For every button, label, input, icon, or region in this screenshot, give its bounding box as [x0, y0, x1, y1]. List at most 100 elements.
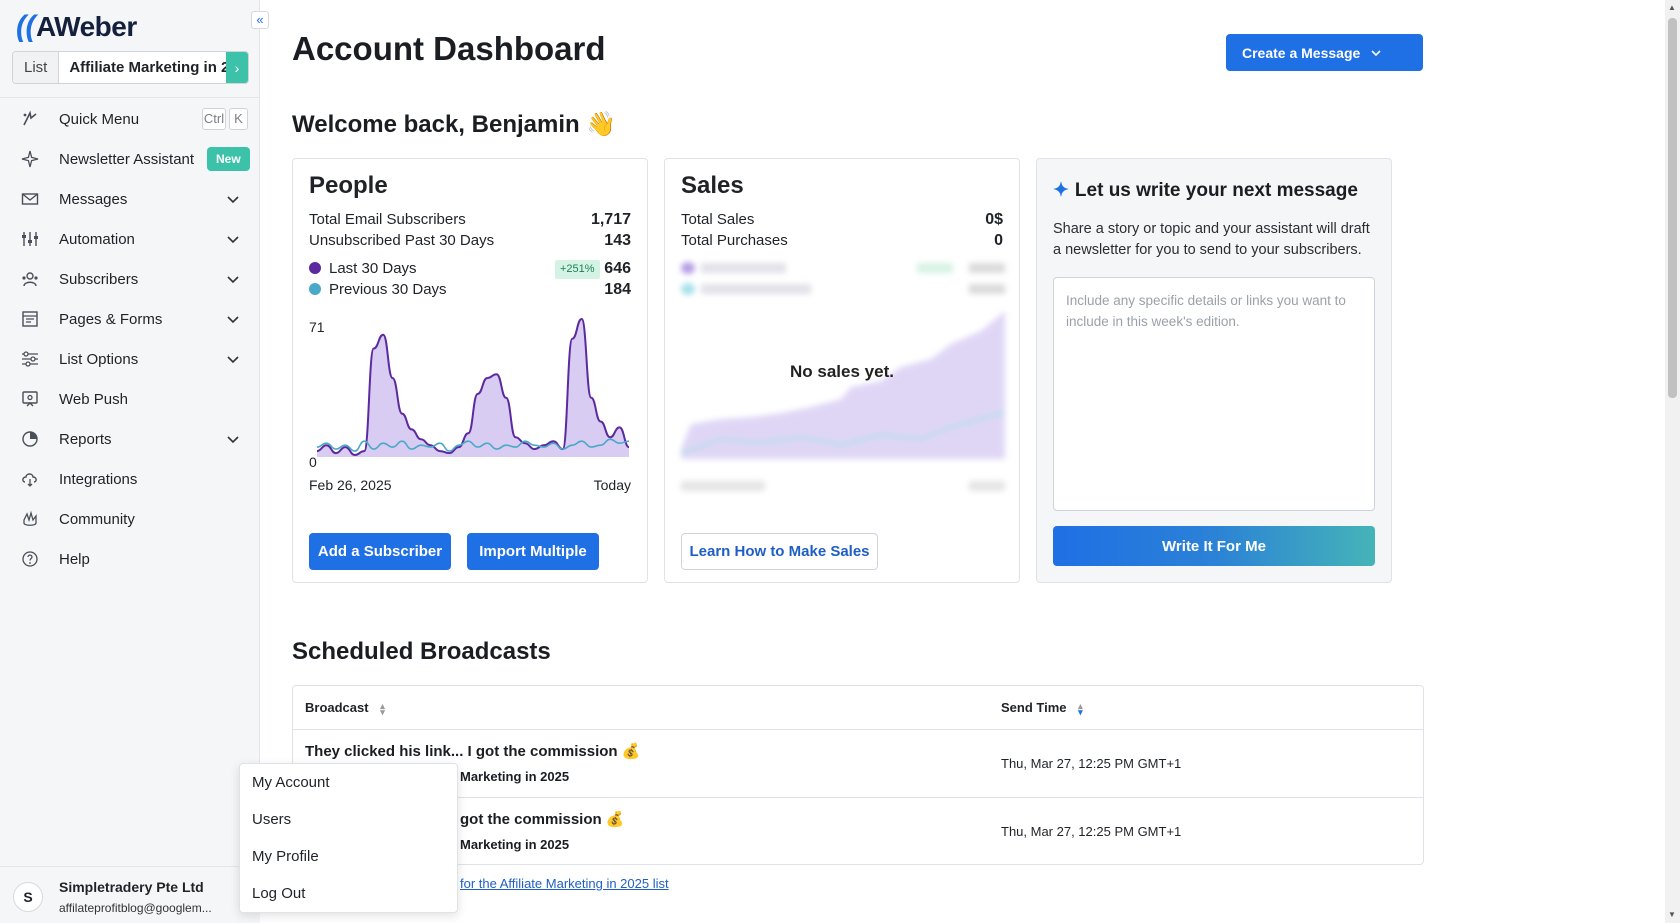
- unsubscribed-row: Unsubscribed Past 30 Days 143: [309, 232, 631, 250]
- broadcast-subject[interactable]: They clicked his link... I got the commi…: [305, 742, 640, 760]
- integrations-icon: [20, 469, 40, 489]
- series-area-last-30: [317, 319, 629, 457]
- logo-text: AWeber: [35, 11, 137, 42]
- scroll-up-arrow-icon[interactable]: ▲: [1668, 3, 1676, 12]
- aweber-logo[interactable]: ((AWeber: [16, 10, 137, 44]
- sidebar-item-quick-menu[interactable]: Quick Menu Ctrl K: [0, 99, 260, 139]
- legend-dot-last-30: [309, 262, 321, 274]
- envelope-icon: [20, 189, 40, 209]
- sidebar-item-pages-forms[interactable]: Pages & Forms: [0, 299, 260, 339]
- sort-icon[interactable]: ▴ ▾: [380, 701, 385, 716]
- sidebar-item-community[interactable]: Community: [0, 499, 260, 539]
- divider: [0, 97, 260, 98]
- scrollbar-thumb[interactable]: [1668, 18, 1677, 398]
- sidebar-item-messages[interactable]: Messages: [0, 179, 260, 219]
- sidebar-item-list-options[interactable]: List Options: [0, 339, 260, 379]
- assistant-title-text: Let us write your next message: [1074, 180, 1358, 201]
- sidebar-item-web-push[interactable]: Web Push: [0, 379, 260, 419]
- sidebar-item-help[interactable]: Help: [0, 539, 260, 579]
- sparkle-icon: ✦: [1053, 180, 1069, 201]
- sidebar-item-subscribers[interactable]: Subscribers: [0, 259, 260, 299]
- chevron-down-icon[interactable]: [224, 350, 242, 368]
- table-row[interactable]: They clicked his link... I got the commi…: [293, 729, 1423, 797]
- sidebar-item-label: Reports: [59, 430, 112, 448]
- legend-dot-prev-30: [309, 283, 321, 295]
- total-subscribers-label: Total Email Subscribers: [309, 211, 466, 228]
- scheduled-broadcasts-title: Scheduled Broadcasts: [292, 638, 551, 665]
- sidebar-item-label: Pages & Forms: [59, 310, 163, 328]
- page-title: Account Dashboard: [292, 30, 606, 67]
- column-header-send-time[interactable]: Send Time ▴ ▾: [1001, 700, 1083, 716]
- add-subscriber-button[interactable]: Add a Subscriber: [309, 533, 451, 570]
- chevron-right-icon[interactable]: ›: [226, 52, 248, 83]
- sidebar-item-label: Integrations: [59, 470, 138, 488]
- menu-item-my-account[interactable]: My Account: [240, 764, 457, 801]
- total-purchases-row: Total Purchases 0: [681, 232, 1003, 250]
- scheduled-broadcasts-table: Broadcast ▴ ▾ Send Time ▴ ▾ They clicked h…: [292, 685, 1424, 865]
- sidebar-item-label: Messages: [59, 190, 128, 208]
- sales-title: Sales: [681, 172, 744, 199]
- total-sales-label: Total Sales: [681, 211, 755, 228]
- create-message-label: Create a Message: [1242, 44, 1361, 61]
- total-subscribers-row: Total Email Subscribers 1,717: [309, 211, 631, 229]
- broadcast-list: Marketing in 2025: [460, 769, 570, 784]
- sort-desc-icon[interactable]: ▴ ▾: [1078, 701, 1083, 716]
- write-it-for-me-button[interactable]: Write It For Me: [1053, 526, 1375, 566]
- sidebar: ((AWeber « List Affiliate Marketing in 2…: [0, 0, 269, 923]
- assistant-description: Share a story or topic and your assistan…: [1053, 221, 1370, 258]
- main-content: Account Dashboard Create a Message Welco…: [260, 0, 1665, 923]
- y-min-label: 0: [309, 454, 317, 470]
- account-switcher[interactable]: S Simpletradery Pte Ltd affilateprofitbl…: [0, 866, 260, 923]
- sparkle-icon: [20, 149, 40, 169]
- assistant-prompt-input[interactable]: Include any specific details or links yo…: [1053, 277, 1375, 511]
- automation-icon: [20, 229, 40, 249]
- chevron-down-icon[interactable]: [224, 310, 242, 328]
- chevron-down-icon[interactable]: [224, 230, 242, 248]
- unsubscribed-value: 143: [604, 232, 631, 249]
- new-badge: New: [207, 147, 250, 171]
- page-scrollbar[interactable]: ▲ ▼: [1665, 0, 1680, 923]
- menu-item-users[interactable]: Users: [240, 801, 457, 838]
- sidebar-item-label: Quick Menu: [59, 110, 140, 128]
- column-header-broadcast[interactable]: Broadcast ▴ ▾: [305, 700, 385, 716]
- people-chart: [317, 317, 629, 457]
- quick-menu-icon: [20, 109, 40, 129]
- reports-icon: [20, 429, 40, 449]
- import-multiple-button[interactable]: Import Multiple: [467, 533, 599, 570]
- welcome-heading: Welcome back, Benjamin 👋: [292, 111, 617, 138]
- create-message-button[interactable]: Create a Message: [1226, 34, 1423, 71]
- broadcast-list: Marketing in 2025: [460, 837, 570, 852]
- sidebar-nav: Quick Menu Ctrl K Newsletter Assistant N…: [0, 99, 260, 579]
- column-header-send-time-label: Send Time: [1001, 700, 1067, 715]
- chevron-down-icon[interactable]: [224, 190, 242, 208]
- people-title: People: [309, 172, 388, 199]
- chevron-down-icon[interactable]: [224, 270, 242, 288]
- table-row[interactable]: got the commission 💰 Marketing in 2025 T…: [293, 797, 1423, 865]
- sidebar-item-automation[interactable]: Automation: [0, 219, 260, 259]
- menu-item-my-profile[interactable]: My Profile: [240, 838, 457, 875]
- broadcast-subject[interactable]: got the commission 💰: [460, 810, 625, 828]
- total-sales-value: 0$: [985, 211, 1003, 228]
- last-30-value: 646: [604, 260, 631, 277]
- list-selector[interactable]: List Affiliate Marketing in 2025 ›: [12, 51, 249, 84]
- account-name: Simpletradery Pte Ltd: [59, 879, 204, 895]
- menu-item-log-out[interactable]: Log Out: [240, 875, 457, 912]
- community-icon: [20, 509, 40, 529]
- sidebar-item-label: List Options: [59, 350, 139, 368]
- chevron-down-icon[interactable]: [224, 430, 242, 448]
- assistant-title: ✦ Let us write your next message: [1053, 179, 1358, 202]
- scroll-down-arrow-icon[interactable]: ▼: [1668, 910, 1676, 919]
- kbd-k: K: [229, 108, 248, 130]
- sidebar-item-reports[interactable]: Reports: [0, 419, 260, 459]
- last-30-label: Last 30 Days: [329, 260, 417, 277]
- avatar: S: [13, 882, 43, 912]
- learn-sales-button[interactable]: Learn How to Make Sales: [681, 533, 878, 570]
- total-subscribers-value: 1,717: [590, 211, 631, 228]
- prev-30-label: Previous 30 Days: [329, 281, 447, 298]
- view-list-link[interactable]: for the Affiliate Marketing in 2025 list: [460, 876, 669, 891]
- sidebar-item-newsletter-assistant[interactable]: Newsletter Assistant New: [0, 139, 260, 179]
- subscribers-icon: [20, 269, 40, 289]
- sidebar-item-integrations[interactable]: Integrations: [0, 459, 260, 499]
- broadcast-send-time: Thu, Mar 27, 12:25 PM GMT+1: [1001, 756, 1182, 771]
- kbd-ctrl: Ctrl: [202, 108, 226, 130]
